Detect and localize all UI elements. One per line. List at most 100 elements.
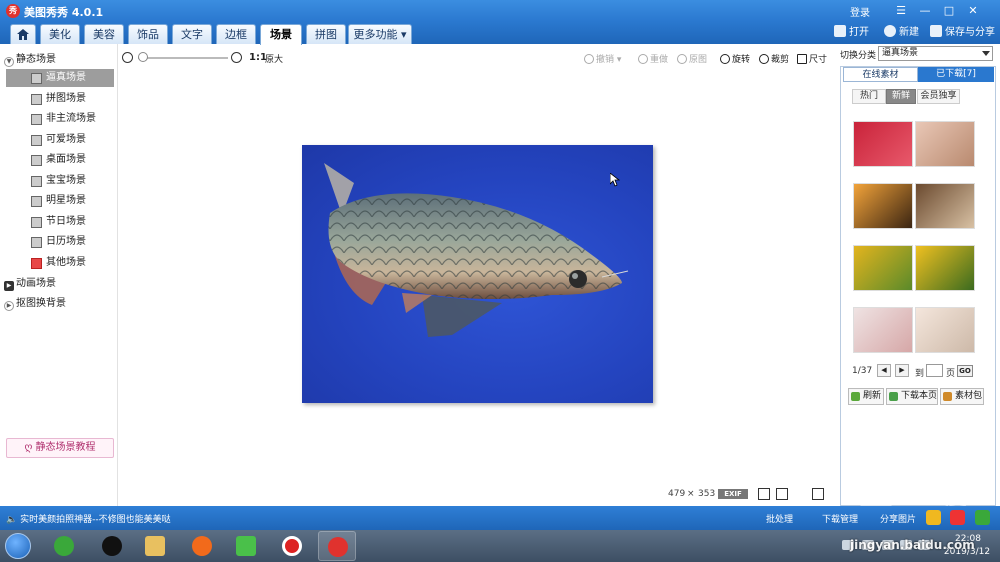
add-icon[interactable] xyxy=(975,510,990,525)
sidebar-item-baby[interactable]: 宝宝场景 xyxy=(6,172,114,190)
filter-hot[interactable]: 热门 xyxy=(852,89,886,104)
new-button[interactable]: 新建 xyxy=(884,25,919,41)
cutout-bg-group[interactable]: ▶ 抠图换背景 xyxy=(4,296,66,312)
sidebar-item-nonmainstream[interactable]: 非主流场景 xyxy=(6,110,114,128)
sidebar-item-festival[interactable]: 节日场景 xyxy=(6,213,114,231)
tab-accessories[interactable]: 饰品 xyxy=(128,24,168,44)
material-thumbnail[interactable] xyxy=(853,307,913,353)
resize-icon xyxy=(797,54,807,64)
tab-text[interactable]: 文字 xyxy=(172,24,212,44)
material-thumbnail[interactable] xyxy=(915,245,975,291)
app-logo-icon: 秀 xyxy=(6,4,20,18)
goto-label: 到 xyxy=(915,369,925,379)
login-link[interactable]: 登录 xyxy=(850,4,870,19)
animation-icon: ▶ xyxy=(4,281,14,291)
tab-downloaded[interactable]: 已下载[7] xyxy=(918,67,994,82)
download-page-button[interactable]: 下载本页 xyxy=(886,388,938,405)
tab-online-materials[interactable]: 在线素材 xyxy=(843,67,918,82)
resize-button[interactable]: 尺寸 xyxy=(797,52,827,65)
meitu-icon xyxy=(328,537,348,557)
taskbar-app-explorer[interactable] xyxy=(136,531,174,561)
image-width: 479 xyxy=(668,489,686,499)
tab-home[interactable] xyxy=(10,24,36,44)
category-select[interactable]: 逼真场景 xyxy=(878,46,993,61)
star-icon[interactable] xyxy=(926,510,941,525)
taskbar-app-meitu[interactable] xyxy=(318,531,356,561)
sidebar-item-collage[interactable]: 拼图场景 xyxy=(6,90,114,108)
package-icon xyxy=(943,392,952,401)
collapse-arrow-icon: ▼ xyxy=(4,57,14,67)
title-bar: 秀 美图秀秀 4.0.1 登录 ☰ — □ ✕ xyxy=(0,0,1000,22)
static-scene-tutorial-button[interactable]: ღ 静态场景教程 xyxy=(6,438,114,458)
page-number-input[interactable] xyxy=(926,364,943,377)
taskbar-app-media[interactable] xyxy=(227,531,265,561)
menu-icon[interactable]: ☰ xyxy=(892,3,910,19)
tab-beautify[interactable]: 美化 xyxy=(40,24,80,44)
material-thumbnail[interactable] xyxy=(915,307,975,353)
preview-icon[interactable] xyxy=(812,488,824,500)
save-share-button[interactable]: 保存与分享 xyxy=(930,25,995,41)
start-button[interactable] xyxy=(5,533,31,559)
taskbar-app-firefox[interactable] xyxy=(183,531,221,561)
undo-button[interactable]: 撤销 ▾ xyxy=(584,52,621,65)
material-thumbnail[interactable] xyxy=(853,183,913,229)
tab-beauty[interactable]: 美容 xyxy=(84,24,124,44)
crop-button[interactable]: 裁剪 xyxy=(759,52,789,65)
sidebar-item-star[interactable]: 明星场景 xyxy=(6,192,114,210)
static-scene-group[interactable]: ▼ 静态场景 xyxy=(4,52,56,68)
sidebar-item-other[interactable]: 其他场景 xyxy=(6,254,114,272)
zoom-in-icon[interactable] xyxy=(231,52,242,63)
close-icon[interactable]: ✕ xyxy=(964,3,982,19)
status-message[interactable]: 🔈 实时美颜拍照神器--不修图也能美美哒 xyxy=(6,512,171,525)
taskbar-app-360[interactable] xyxy=(45,531,83,561)
tab-more[interactable]: 更多功能 ▾ xyxy=(348,24,412,44)
sidebar-item-cute[interactable]: 可爱场景 xyxy=(6,131,114,149)
zoom-slider-track[interactable] xyxy=(138,57,228,59)
next-page-icon[interactable]: ▶ xyxy=(895,364,909,377)
tab-scene[interactable]: 场景 xyxy=(260,24,302,45)
material-thumbnail[interactable] xyxy=(853,245,913,291)
exif-badge[interactable]: EXIF xyxy=(718,489,748,499)
material-pack-button[interactable]: 素材包 xyxy=(940,388,984,405)
single-view-icon[interactable] xyxy=(758,488,770,500)
tab-frame[interactable]: 边框 xyxy=(216,24,256,44)
animated-scene-group[interactable]: ▶ 动画场景 xyxy=(4,276,56,292)
download-manager-button[interactable]: 下载管理 xyxy=(822,512,858,525)
heart-icon xyxy=(31,258,42,269)
maximize-icon[interactable]: □ xyxy=(940,3,958,19)
redo-button[interactable]: 重做 xyxy=(638,52,668,65)
sidebar-item-desktop[interactable]: 桌面场景 xyxy=(6,151,114,169)
refresh-button[interactable]: 刷新 xyxy=(848,388,884,405)
scene-icon xyxy=(31,217,42,228)
original-size-label[interactable]: 原大 xyxy=(265,52,283,65)
original-image-button[interactable]: 原图 xyxy=(677,52,707,65)
material-thumbnail[interactable] xyxy=(915,121,975,167)
undo-icon xyxy=(584,54,594,64)
scene-icon xyxy=(31,135,42,146)
sidebar-item-calendar[interactable]: 日历场景 xyxy=(6,233,114,251)
share-image-button[interactable]: 分享图片 xyxy=(880,512,916,525)
category-switch-label: 切换分类 xyxy=(840,51,877,61)
material-thumbnail[interactable] xyxy=(853,121,913,167)
taskbar-app-recorder[interactable] xyxy=(273,531,311,561)
scene-icon xyxy=(31,155,42,166)
zoom-slider-handle[interactable] xyxy=(138,52,148,62)
tab-collage[interactable]: 拼图 xyxy=(306,24,346,44)
prev-page-icon[interactable]: ◀ xyxy=(877,364,891,377)
rotate-button[interactable]: 旋转 xyxy=(720,52,750,65)
compare-view-icon[interactable] xyxy=(776,488,788,500)
weibo-icon[interactable] xyxy=(950,510,965,525)
open-button[interactable]: 打开 xyxy=(834,25,869,41)
page-indicator: 1/37 xyxy=(852,366,873,376)
minimize-icon[interactable]: — xyxy=(916,3,934,19)
batch-process-button[interactable]: 批处理 xyxy=(766,512,793,525)
speaker-icon: 🔈 xyxy=(6,515,21,525)
filter-vip[interactable]: 会员独享 xyxy=(917,89,960,104)
photo-canvas[interactable] xyxy=(302,145,653,403)
filter-new[interactable]: 新鲜 xyxy=(886,89,916,104)
material-thumbnail[interactable] xyxy=(915,183,975,229)
sidebar-item-realistic[interactable]: 逼真场景 xyxy=(6,69,114,87)
taskbar-app-qq[interactable] xyxy=(93,531,131,561)
zoom-out-icon[interactable] xyxy=(122,52,133,63)
go-button[interactable]: GO xyxy=(957,365,973,377)
